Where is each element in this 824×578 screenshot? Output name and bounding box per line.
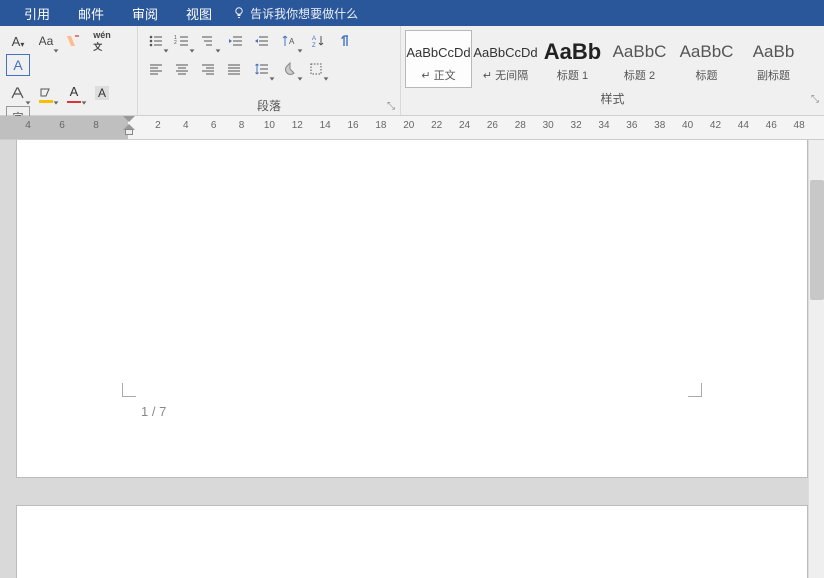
styles-group-label: 样式 — [600, 90, 624, 107]
left-indent-marker[interactable] — [125, 129, 133, 135]
svg-text:Z: Z — [312, 43, 316, 48]
page-1[interactable]: 1 / 7 — [16, 140, 808, 478]
svg-text:2: 2 — [174, 40, 177, 46]
margin-corner-icon — [122, 383, 136, 397]
phonetic-guide-button[interactable]: wén文 — [90, 30, 114, 52]
align-left-button[interactable] — [144, 58, 168, 80]
tell-me-label: 告诉我你想要做什么 — [250, 5, 358, 22]
clear-formatting-button[interactable] — [62, 30, 86, 52]
style-标题 1[interactable]: AaBb标题 1 — [539, 30, 606, 88]
first-line-indent-marker[interactable] — [123, 116, 135, 122]
menu-bar: 引用 邮件 审阅 视图 告诉我你想要做什么 — [0, 0, 824, 26]
ribbon: A▾ Aa wén文 A A A 字 ⤡ 12 A — [0, 26, 824, 116]
font-color-button[interactable]: A — [62, 82, 86, 104]
margin-corner-icon — [688, 383, 702, 397]
menu-references[interactable]: 引用 — [10, 0, 64, 26]
sort-button[interactable]: AZ — [306, 30, 330, 52]
character-shading-button[interactable]: A — [90, 82, 114, 104]
style-副标题[interactable]: AaBb副标题 — [740, 30, 807, 88]
paragraph-dialog-launcher[interactable]: ⤡ — [384, 99, 398, 113]
align-justify-button[interactable] — [222, 58, 246, 80]
paragraph-group-label: 段落 — [257, 97, 281, 114]
shading-button[interactable] — [278, 58, 302, 80]
text-direction-button[interactable]: A — [278, 30, 302, 52]
style-标题 2[interactable]: AaBbC标题 2 — [606, 30, 673, 88]
styles-dialog-launcher[interactable]: ⤡ — [808, 92, 822, 106]
page-number: 1 / 7 — [141, 404, 166, 419]
svg-text:A: A — [289, 37, 295, 46]
font-button[interactable] — [6, 82, 30, 104]
decrease-indent-button[interactable] — [224, 30, 248, 52]
group-paragraph: 12 A AZ — [138, 26, 401, 115]
style-无间隔[interactable]: AaBbCcDd↵ 无间隔 — [472, 30, 539, 88]
group-font: A▾ Aa wén文 A A A 字 ⤡ — [0, 26, 138, 115]
page-2[interactable] — [16, 505, 808, 578]
horizontal-ruler[interactable]: 8642468101214161820222426283032343638404… — [0, 116, 824, 140]
align-right-button[interactable] — [196, 58, 220, 80]
menu-mailings[interactable]: 邮件 — [64, 0, 118, 26]
menu-review[interactable]: 审阅 — [118, 0, 172, 26]
document-area[interactable]: 1 / 7 — [0, 140, 824, 578]
group-styles: AaBbCcDd↵ 正文AaBbCcDd↵ 无间隔AaBb标题 1AaBbC标题… — [401, 26, 824, 115]
vertical-scrollbar[interactable] — [808, 140, 824, 578]
numbering-button[interactable]: 12 — [170, 30, 194, 52]
style-正文[interactable]: AaBbCcDd↵ 正文 — [405, 30, 472, 88]
font-size-dropdown[interactable]: A▾ — [6, 30, 30, 52]
multilevel-list-button[interactable] — [196, 30, 220, 52]
svg-text:A: A — [312, 36, 316, 42]
line-spacing-button[interactable] — [250, 58, 274, 80]
character-border-button[interactable]: A — [6, 54, 30, 76]
menu-view[interactable]: 视图 — [172, 0, 226, 26]
highlight-button[interactable] — [34, 82, 58, 104]
lightbulb-icon — [232, 6, 246, 20]
bullets-button[interactable] — [144, 30, 168, 52]
borders-button[interactable] — [304, 58, 328, 80]
align-center-button[interactable] — [170, 58, 194, 80]
show-marks-button[interactable] — [334, 30, 358, 52]
change-case-button[interactable]: Aa — [34, 30, 58, 52]
tell-me[interactable]: 告诉我你想要做什么 — [232, 5, 358, 22]
scrollbar-thumb[interactable] — [810, 180, 824, 300]
increase-indent-button[interactable] — [250, 30, 274, 52]
style-标题[interactable]: AaBbC标题 — [673, 30, 740, 88]
styles-gallery[interactable]: AaBbCcDd↵ 正文AaBbCcDd↵ 无间隔AaBb标题 1AaBbC标题… — [401, 26, 824, 88]
